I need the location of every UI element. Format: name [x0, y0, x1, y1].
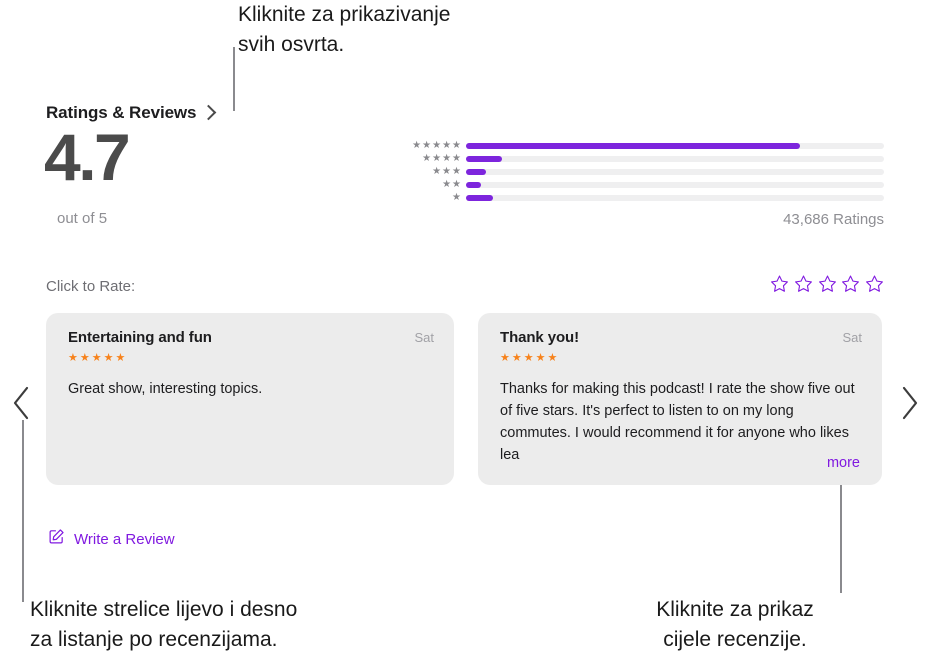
- callout-top-leader-line: [233, 47, 235, 111]
- review-card-header: Thank you! Sat: [500, 329, 862, 346]
- review-title: Thank you!: [500, 329, 580, 346]
- histogram-track: [466, 143, 884, 149]
- review-body-text: Great show, interesting topics.: [68, 381, 263, 397]
- histogram-row: ★★★★★: [392, 140, 884, 152]
- histogram-track: [466, 195, 884, 201]
- histogram-row: ★★★: [392, 166, 884, 178]
- average-rating-scale-label: out of 5: [57, 210, 108, 227]
- review-card[interactable]: Thank you! Sat ★★★★★ Thanks for making t…: [478, 313, 882, 485]
- review-card-header: Entertaining and fun Sat: [68, 329, 434, 346]
- star-outline-icon[interactable]: [841, 274, 860, 298]
- star-outline-icon[interactable]: [770, 274, 789, 298]
- review-date: Sat: [414, 330, 434, 345]
- star-outline-icon[interactable]: [865, 274, 884, 298]
- histogram-star-label: ★★★★★: [412, 140, 462, 151]
- compose-icon: [48, 528, 65, 550]
- histogram-fill: [466, 169, 487, 175]
- ratings-count-label: 43,686 Ratings: [783, 211, 884, 228]
- write-a-review-button[interactable]: Write a Review: [48, 528, 175, 550]
- review-star-rating: ★★★★★: [68, 352, 128, 364]
- callout-bottom-right-leader-line: [840, 478, 842, 593]
- next-review-button[interactable]: [897, 383, 921, 428]
- histogram-row: ★: [392, 192, 884, 204]
- star-outline-icon[interactable]: [794, 274, 813, 298]
- more-link[interactable]: more: [820, 455, 860, 471]
- star-outline-icon[interactable]: [818, 274, 837, 298]
- write-a-review-label: Write a Review: [74, 530, 175, 548]
- chevron-right-icon: [201, 104, 217, 121]
- histogram-fill: [466, 195, 494, 201]
- review-star-rating: ★★★★★: [500, 352, 560, 364]
- callout-bottom-right-text: Kliknite za prikaz cijele recenzije.: [656, 598, 814, 651]
- histogram-star-label: ★★★★: [422, 153, 462, 164]
- histogram-row: ★★★★: [392, 153, 884, 165]
- histogram-fill: [466, 182, 482, 188]
- rate-star-picker[interactable]: [770, 274, 884, 298]
- histogram-star-label: ★: [452, 192, 462, 203]
- histogram-track: [466, 182, 884, 188]
- histogram-row: ★★: [392, 179, 884, 191]
- average-rating-value: 4.7: [44, 120, 131, 194]
- callout-top-text: Kliknite za prikazivanje svih osvrta.: [238, 3, 451, 56]
- review-date: Sat: [842, 330, 862, 345]
- callout-bottom-left-leader-line: [22, 420, 24, 602]
- ratings-histogram: ★★★★★ ★★★★ ★★★ ★★ ★: [392, 140, 884, 205]
- click-to-rate-label: Click to Rate:: [46, 278, 136, 295]
- callout-bottom-left-text: Kliknite strelice lijevo i desno za list…: [30, 598, 298, 651]
- review-title: Entertaining and fun: [68, 329, 212, 346]
- review-card[interactable]: Entertaining and fun Sat ★★★★★ Great sho…: [46, 313, 454, 485]
- histogram-star-label: ★★: [442, 179, 462, 190]
- histogram-star-label: ★★★: [432, 166, 462, 177]
- histogram-fill: [466, 156, 502, 162]
- histogram-track: [466, 169, 884, 175]
- review-body-text: Thanks for making this podcast! I rate t…: [500, 381, 855, 463]
- histogram-fill: [466, 143, 801, 149]
- histogram-track: [466, 156, 884, 162]
- previous-review-button[interactable]: [10, 383, 34, 428]
